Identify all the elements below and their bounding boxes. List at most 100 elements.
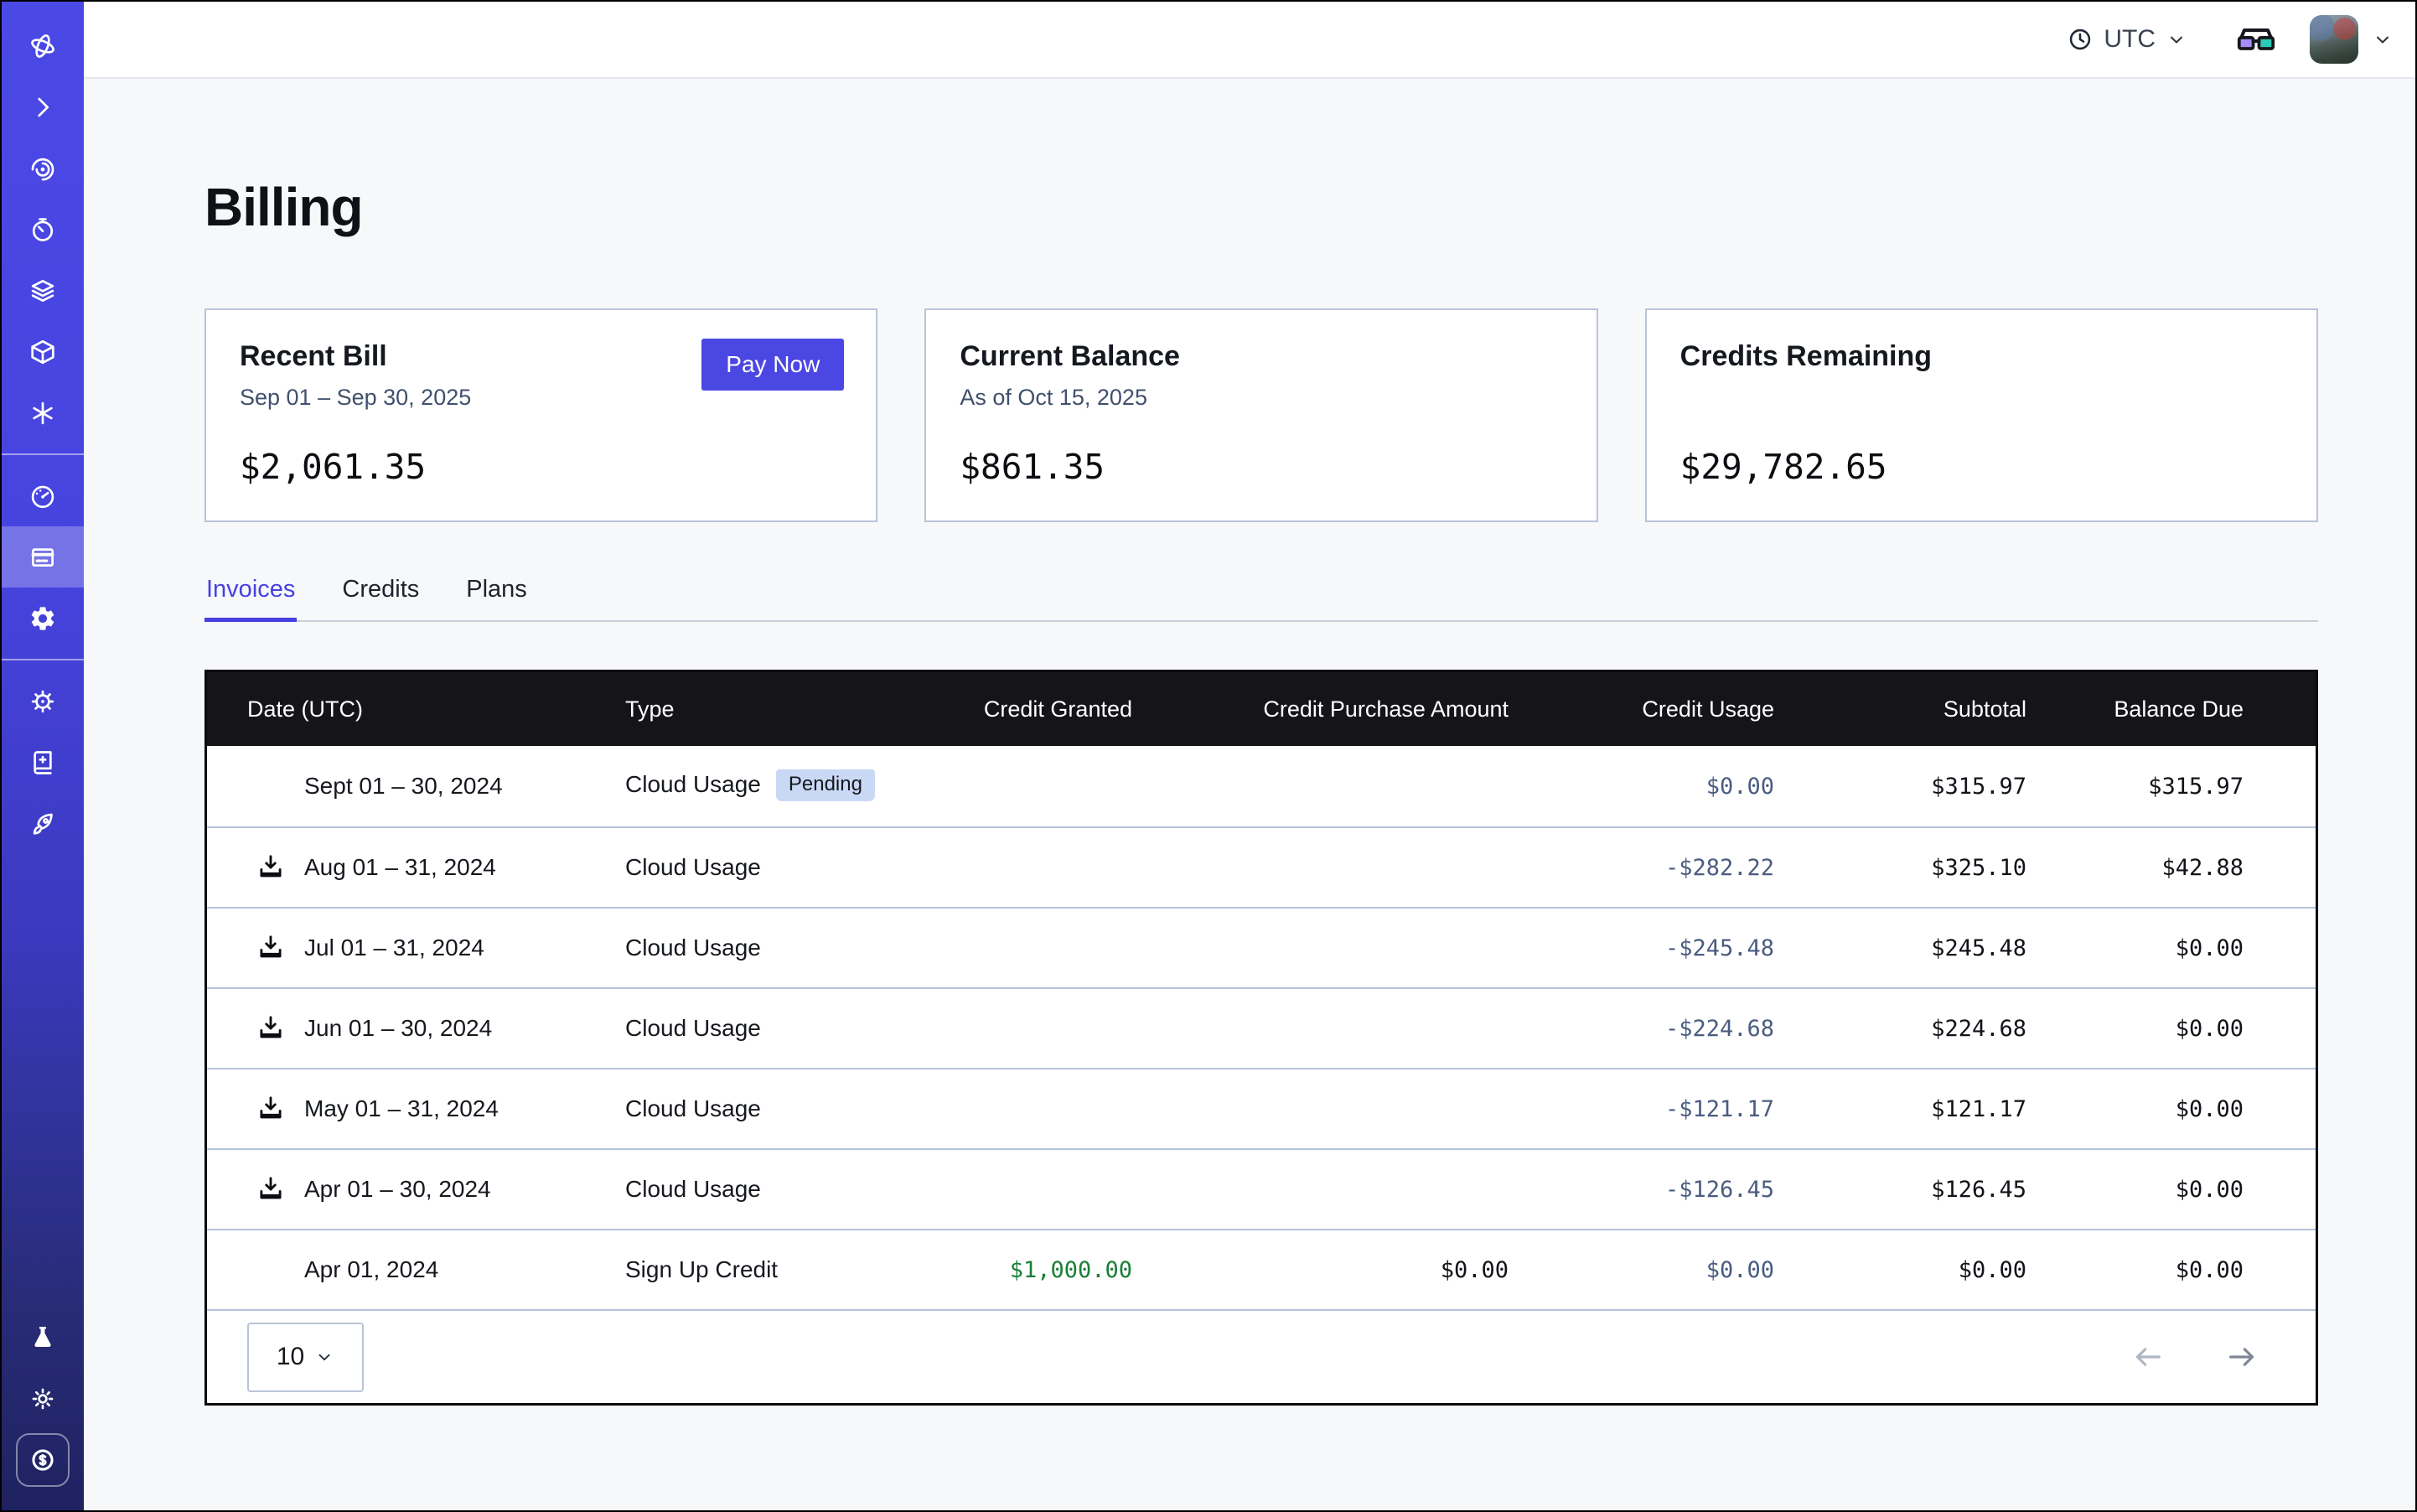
rocket-icon	[28, 810, 57, 838]
column-header: Type	[625, 696, 919, 722]
table-row: Sept 01 – 30, 2024 Cloud UsagePending $0.0…	[207, 746, 2316, 826]
invoice-date: Sept 01 – 30, 2024	[304, 773, 503, 800]
download-icon[interactable]	[256, 933, 286, 963]
download-icon[interactable]	[256, 1174, 286, 1204]
card-subtitle: As of Oct 15, 2025	[960, 385, 1562, 412]
card-icon	[28, 543, 57, 572]
cell-credit-usage: $0.00	[1509, 1257, 1774, 1283]
card-amount: $29,782.65	[1680, 447, 2283, 487]
invoices-table: Date (UTC)TypeCredit GrantedCredit Purch…	[204, 670, 2318, 1406]
tab-invoices[interactable]: Invoices	[204, 576, 297, 620]
table-header-row: Date (UTC)TypeCredit GrantedCredit Purch…	[207, 672, 2316, 746]
card-amount: $2,061.35	[240, 447, 842, 487]
sidebar-divider	[2, 659, 84, 660]
sidebar-item-docs[interactable]	[2, 732, 84, 793]
sidebar-item-support[interactable]	[2, 671, 84, 732]
next-page-arrow-icon[interactable]	[2225, 1340, 2259, 1374]
sidebar-item-billing[interactable]	[2, 526, 84, 588]
sidebar-item-timer[interactable]	[2, 199, 84, 260]
sidebar-item-expand[interactable]	[2, 76, 84, 137]
billing-tabs: Invoices Credits Plans	[204, 576, 2318, 622]
invoice-date: Jul 01 – 31, 2024	[304, 935, 484, 961]
sidebar-item-cube[interactable]	[2, 321, 84, 382]
cell-credit-usage: -$121.17	[1509, 1096, 1774, 1122]
card-title: Current Balance	[960, 340, 1562, 373]
timezone-selector[interactable]: UTC	[2067, 25, 2187, 54]
sidebar-group	[2, 15, 84, 443]
sidebar-item-labs[interactable]	[2, 1307, 84, 1368]
pay-now-button[interactable]: Pay Now	[701, 339, 844, 391]
cell-type: Cloud UsagePending	[625, 769, 919, 803]
cell-subtotal: $121.17	[1774, 1096, 2026, 1122]
cell-balance-due: $0.00	[2026, 1016, 2319, 1042]
seal-dollar-icon	[28, 1446, 57, 1474]
glasses-icon[interactable]	[2236, 26, 2276, 53]
cell-balance-due: $0.00	[2026, 1096, 2319, 1122]
user-menu-chevron-icon[interactable]	[2372, 28, 2394, 50]
invoice-type: Cloud Usage	[625, 1015, 761, 1041]
sidebar-item-getting-started[interactable]	[2, 793, 84, 854]
sidebar-item-settings[interactable]	[2, 588, 84, 649]
invoice-date: Apr 01 – 30, 2024	[304, 1176, 491, 1203]
cell-subtotal: $315.97	[1774, 774, 2026, 800]
sidebar-item-spiral[interactable]	[2, 137, 84, 199]
summary-cards: Recent Bill Sep 01 – Sep 30, 2025 $2,061…	[204, 308, 2318, 522]
sidebar-item-layers[interactable]	[2, 260, 84, 321]
previous-page-arrow-icon[interactable]	[2131, 1340, 2165, 1374]
sidebar-item-asterisk[interactable]	[2, 382, 84, 443]
cell-credit-usage: -$126.45	[1509, 1177, 1774, 1203]
user-avatar[interactable]	[2310, 15, 2358, 64]
invoice-type: Cloud Usage	[625, 1176, 761, 1202]
table-row: May 01 – 31, 2024Cloud Usage -$121.17$121…	[207, 1068, 2316, 1148]
cell-credit-usage: $0.00	[1509, 774, 1774, 800]
cell-credit-usage: -$224.68	[1509, 1016, 1774, 1042]
pending-badge: Pending	[776, 769, 875, 801]
invoice-date: Aug 01 – 31, 2024	[304, 854, 496, 881]
table-row: Apr 01, 2024Sign Up Credit$1,000.00$0.00…	[207, 1229, 2316, 1309]
tab-credits[interactable]: Credits	[340, 576, 421, 620]
sidebar	[2, 2, 84, 1510]
sidebar-divider	[2, 453, 84, 455]
cell-type: Cloud Usage	[625, 1095, 919, 1122]
page-size-select[interactable]: 10	[247, 1323, 364, 1392]
pagination-bar: 10	[207, 1309, 2316, 1403]
book-icon	[28, 748, 57, 777]
current-balance-card: Current Balance As of Oct 15, 2025 $861.…	[924, 308, 1597, 522]
sidebar-item-credits-badge[interactable]	[2, 1429, 84, 1490]
sidebar-item-logo[interactable]	[2, 15, 84, 76]
download-icon[interactable]	[256, 1094, 286, 1124]
cell-credit-usage: -$282.22	[1509, 855, 1774, 881]
page-title: Billing	[204, 176, 2318, 238]
spiral-icon	[28, 154, 57, 183]
download-icon[interactable]	[256, 852, 286, 883]
cube-icon	[28, 338, 57, 366]
sidebar-group	[2, 671, 84, 854]
main-content: Billing Recent Bill Sep 01 – Sep 30, 202…	[84, 79, 2415, 1510]
cell-date: May 01 – 31, 2024	[207, 1094, 625, 1124]
clock-icon	[2067, 26, 2094, 53]
cell-subtotal: $245.48	[1774, 935, 2026, 961]
card-subtitle	[1680, 385, 2283, 412]
download-icon[interactable]	[256, 1013, 286, 1043]
cell-date: Apr 01 – 30, 2024	[207, 1174, 625, 1204]
card-title: Credits Remaining	[1680, 340, 2283, 373]
cell-credit-granted: $1,000.00	[919, 1257, 1132, 1283]
cell-date: Sept 01 – 30, 2024	[207, 773, 625, 800]
gear-icon	[28, 604, 57, 633]
layers-icon	[28, 277, 57, 305]
cell-date: Aug 01 – 31, 2024	[207, 852, 625, 883]
cell-date: Jul 01 – 31, 2024	[207, 933, 625, 963]
chevron-down-icon	[2166, 28, 2187, 50]
tab-plans[interactable]: Plans	[464, 576, 529, 620]
sidebar-item-usage[interactable]	[2, 465, 84, 526]
cell-balance-due: $0.00	[2026, 935, 2319, 961]
cell-balance-due: $315.97	[2026, 774, 2319, 800]
cell-date: Jun 01 – 30, 2024	[207, 1013, 625, 1043]
cell-balance-due: $0.00	[2026, 1177, 2319, 1203]
cell-credit-usage: -$245.48	[1509, 935, 1774, 961]
table-row: Aug 01 – 31, 2024Cloud Usage-$282.22$325…	[207, 826, 2316, 907]
sidebar-item-theme[interactable]	[2, 1368, 84, 1429]
sun-icon	[28, 1385, 57, 1413]
table-body: Sept 01 – 30, 2024Cloud UsagePending$0.0…	[207, 746, 2316, 1309]
cell-balance-due: $42.88	[2026, 855, 2319, 881]
